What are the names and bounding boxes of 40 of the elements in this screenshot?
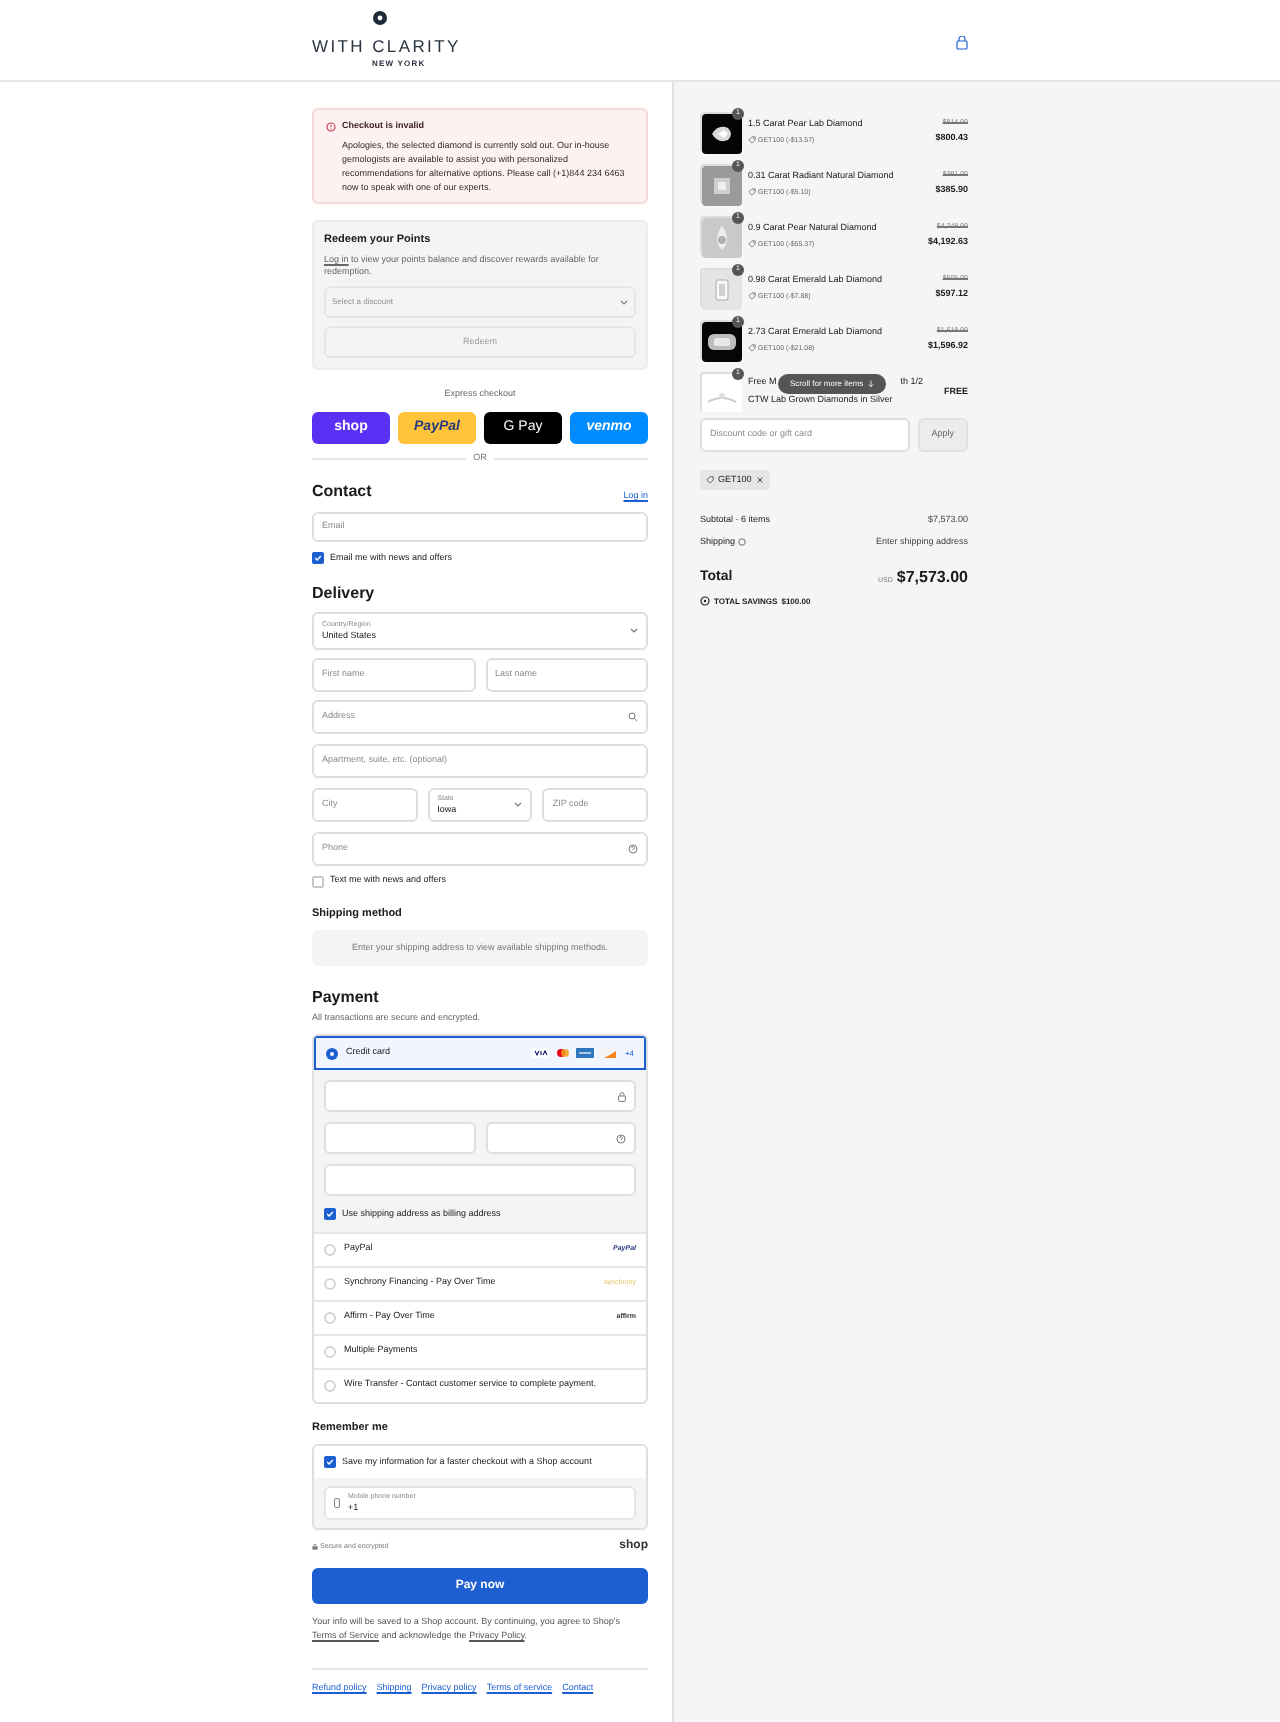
tag-icon <box>748 292 756 301</box>
brand-name: WITH CLARITY <box>312 36 461 56</box>
mobile-phone-icon <box>334 1498 340 1508</box>
radio-button[interactable] <box>324 1243 336 1256</box>
tag-icon <box>748 240 756 249</box>
radio-button[interactable] <box>324 1311 336 1324</box>
tag-icon <box>748 188 756 197</box>
radio-button[interactable] <box>324 1277 336 1290</box>
error-icon <box>326 121 336 131</box>
close-icon <box>755 476 764 484</box>
flower-logo-icon <box>372 10 388 26</box>
lock-icon <box>312 1544 318 1550</box>
total-value: $7,573.00 <box>896 565 968 589</box>
tag-icon <box>748 344 756 353</box>
discover-card-icon <box>598 1048 617 1058</box>
expiration-date-field[interactable] <box>324 1122 475 1154</box>
chevron-down-icon <box>630 628 638 635</box>
section-heading: Contact <box>312 479 372 503</box>
lock-icon <box>618 1091 626 1101</box>
section-heading: Delivery <box>312 582 377 607</box>
search-icon <box>628 712 638 723</box>
amex-card-icon <box>576 1048 595 1058</box>
shopping-bag-icon <box>956 36 968 50</box>
checkbox[interactable] <box>324 1208 336 1221</box>
mastercard-icon <box>554 1048 573 1058</box>
radio-button[interactable] <box>324 1345 336 1358</box>
checkbox[interactable] <box>312 551 324 564</box>
radio-button[interactable] <box>324 1379 336 1392</box>
security-code-field[interactable] <box>485 1122 636 1154</box>
visa-card-icon <box>532 1048 551 1058</box>
checkbox[interactable] <box>312 875 324 888</box>
tag-icon <box>748 136 756 145</box>
arrow-down-icon <box>867 380 874 388</box>
chevron-down-icon <box>514 802 523 809</box>
chevron-down-icon <box>620 299 628 306</box>
radio-button[interactable] <box>326 1047 338 1059</box>
card-number-field[interactable] <box>324 1080 636 1112</box>
section-heading: Payment <box>312 986 381 1011</box>
name-on-card-field[interactable] <box>324 1164 636 1196</box>
tag-icon <box>706 476 714 484</box>
